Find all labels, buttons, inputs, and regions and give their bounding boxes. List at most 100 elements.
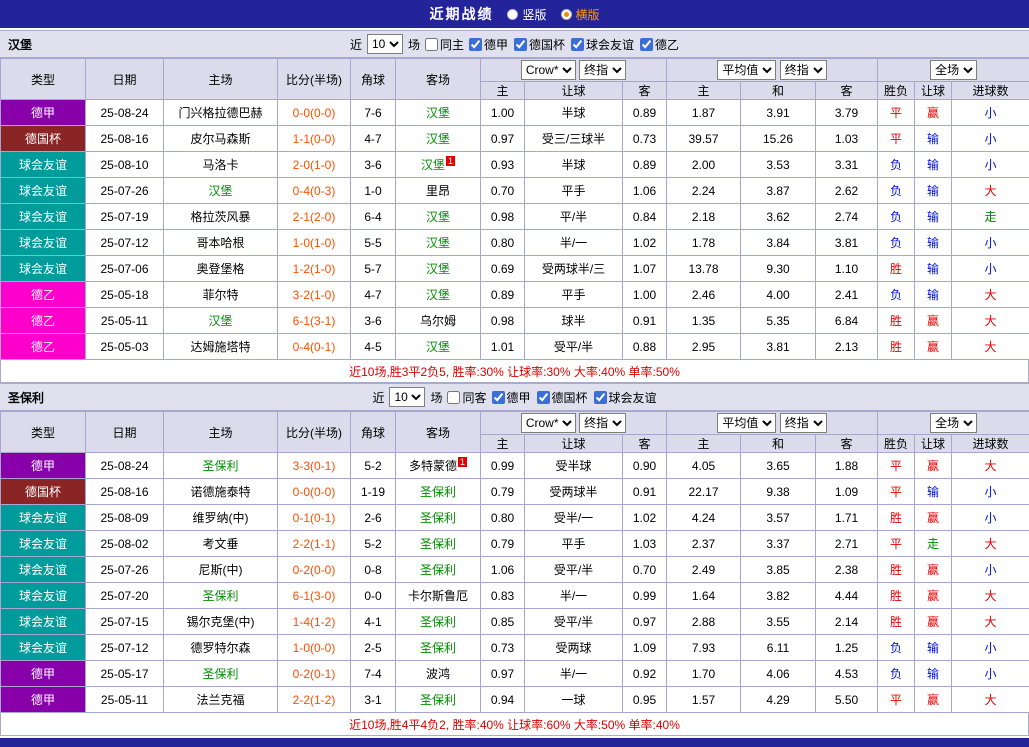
recent-count-select[interactable]: 10 [389,387,425,407]
home-team[interactable]: 德罗特尔森 [164,635,278,661]
subcol-handicap-result: 让球 [915,82,952,100]
away-team[interactable]: 汉堡1 [396,152,481,178]
handicap-result: 输 [915,635,952,661]
match-date: 25-07-26 [86,178,164,204]
same-venue-checkbox[interactable] [425,38,438,51]
home-team[interactable]: 马洛卡 [164,152,278,178]
away-team[interactable]: 圣保利 [396,505,481,531]
away-team[interactable]: 圣保利 [396,609,481,635]
odds-kind-select[interactable]: 终指 [579,413,626,433]
home-team[interactable]: 菲尔特 [164,282,278,308]
home-team[interactable]: 诺德施泰特 [164,479,278,505]
home-team[interactable]: 法兰克福 [164,687,278,713]
league-checkbox[interactable] [571,38,584,51]
odds-company-select[interactable]: Crow* [521,60,576,80]
avg-kind-select[interactable]: 终指 [780,60,827,80]
subcol-odds-away: 客 [623,435,667,453]
home-team[interactable]: 汉堡 [164,178,278,204]
handicap-line: 受两球 [525,635,623,661]
home-team[interactable]: 皮尔马森斯 [164,126,278,152]
league-filter[interactable]: 德国杯 [537,389,588,406]
home-team[interactable]: 格拉茨风暴 [164,204,278,230]
league-badge: 球会友谊 [1,256,86,282]
league-filter[interactable]: 德国杯 [514,36,565,53]
home-team[interactable]: 尼斯(中) [164,557,278,583]
avg-home-odds: 2.24 [667,178,741,204]
radio-unchecked-icon[interactable] [507,9,518,20]
section-header: 圣保利 近 10 场 同客 德甲德国杯球会友谊 [0,383,1029,411]
home-team[interactable]: 圣保利 [164,661,278,687]
home-team[interactable]: 达姆施塔特 [164,334,278,360]
away-team[interactable]: 汉堡 [396,100,481,126]
away-team[interactable]: 圣保利 [396,557,481,583]
away-team[interactable]: 圣保利 [396,479,481,505]
avg-kind-select[interactable]: 终指 [780,413,827,433]
outcome-result: 平 [878,531,915,557]
avg-source-select[interactable]: 平均值 [717,413,776,433]
league-filter[interactable]: 德甲 [469,36,508,53]
league-checkbox[interactable] [594,391,607,404]
fullmatch-select[interactable]: 全场 [930,413,977,433]
radio-checked-icon[interactable] [561,9,572,20]
league-checkbox[interactable] [514,38,527,51]
away-team[interactable]: 里昂 [396,178,481,204]
away-team[interactable]: 汉堡 [396,126,481,152]
results-body: 德甲25-08-24圣保利3-3(0-1)5-2多特蒙德10.99受半球0.90… [1,453,1029,713]
league-filter[interactable]: 球会友谊 [571,36,634,53]
match-score: 3-2(1-0) [278,282,351,308]
home-team[interactable]: 门兴格拉德巴赫 [164,100,278,126]
home-team[interactable]: 考文垂 [164,531,278,557]
layout-horizontal-option[interactable]: 横版 [561,6,600,23]
handicap-line: 受半球 [525,453,623,479]
league-checkbox[interactable] [492,391,505,404]
home-team[interactable]: 汉堡 [164,308,278,334]
home-team[interactable]: 圣保利 [164,583,278,609]
same-venue-filter[interactable]: 同客 [447,389,486,406]
same-venue-filter[interactable]: 同主 [425,36,464,53]
league-filter[interactable]: 德乙 [640,36,679,53]
away-team[interactable]: 汉堡 [396,334,481,360]
league-checkbox[interactable] [640,38,653,51]
avg-home-odds: 2.18 [667,204,741,230]
home-team[interactable]: 哥本哈根 [164,230,278,256]
odds-kind-select[interactable]: 终指 [579,60,626,80]
outcome-result: 负 [878,230,915,256]
fullmatch-select[interactable]: 全场 [930,60,977,80]
away-team[interactable]: 汉堡 [396,230,481,256]
handicap-result: 赢 [915,687,952,713]
league-badge: 德甲 [1,661,86,687]
league-filter[interactable]: 德甲 [492,389,531,406]
outcome-result: 胜 [878,256,915,282]
away-team[interactable]: 汉堡 [396,256,481,282]
away-team[interactable]: 圣保利 [396,635,481,661]
odds-company-select[interactable]: Crow* [521,413,576,433]
match-score: 1-0(1-0) [278,230,351,256]
avg-home-odds: 2.95 [667,334,741,360]
away-team[interactable]: 多特蒙德1 [396,453,481,479]
league-checkbox[interactable] [537,391,550,404]
away-team[interactable]: 圣保利 [396,531,481,557]
league-checkbox[interactable] [469,38,482,51]
league-label: 球会友谊 [586,36,634,53]
avg-source-select[interactable]: 平均值 [717,60,776,80]
league-label: 德国杯 [529,36,565,53]
same-venue-checkbox[interactable] [447,391,460,404]
away-team[interactable]: 圣保利 [396,687,481,713]
home-team[interactable]: 奥登堡格 [164,256,278,282]
away-team[interactable]: 汉堡 [396,204,481,230]
league-badge: 德乙 [1,334,86,360]
league-filter[interactable]: 球会友谊 [594,389,657,406]
goals-result: 大 [952,583,1029,609]
away-team[interactable]: 乌尔姆 [396,308,481,334]
away-team[interactable]: 汉堡 [396,282,481,308]
col-date-header: 日期 [86,59,164,100]
match-score: 2-0(1-0) [278,152,351,178]
away-team[interactable]: 卡尔斯鲁厄 [396,583,481,609]
home-team[interactable]: 圣保利 [164,453,278,479]
layout-vertical-option[interactable]: 竖版 [507,6,546,23]
away-team[interactable]: 波鸿 [396,661,481,687]
layout-horizontal-label: 横版 [576,6,600,23]
home-team[interactable]: 维罗纳(中) [164,505,278,531]
home-team[interactable]: 锡尔克堡(中) [164,609,278,635]
recent-count-select[interactable]: 10 [367,34,403,54]
